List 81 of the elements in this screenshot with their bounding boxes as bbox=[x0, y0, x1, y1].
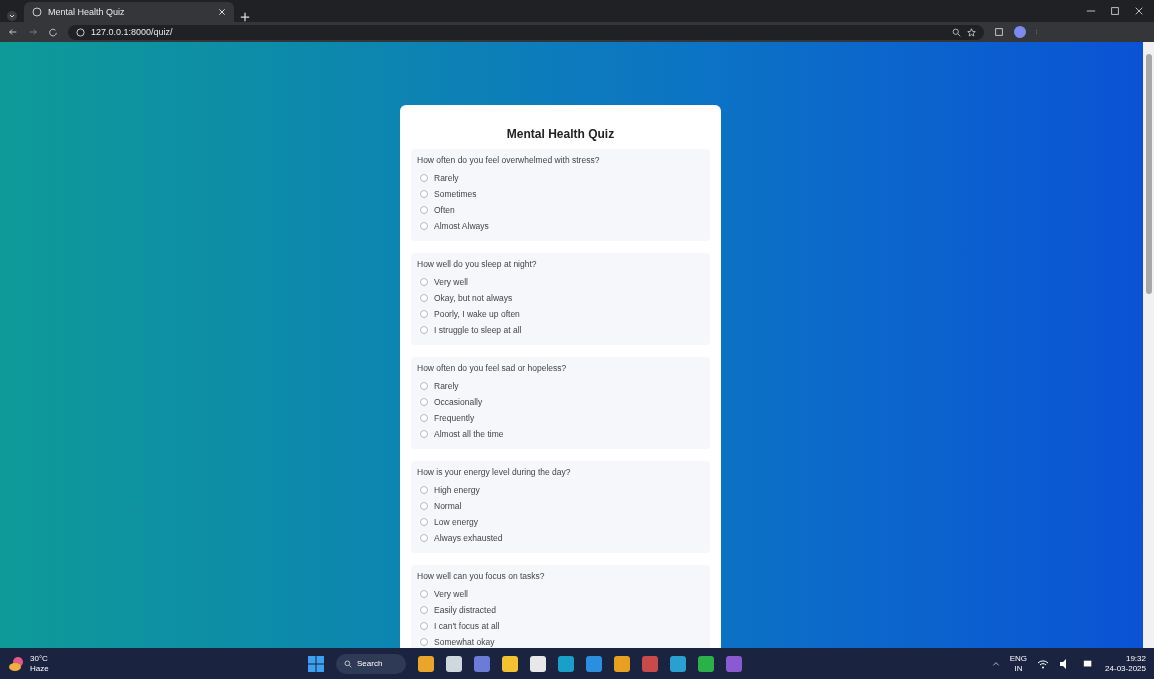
question-text: How often do you feel sad or hopeless? bbox=[417, 363, 568, 373]
question-text: How often do you feel overwhelmed with stress? bbox=[417, 155, 601, 165]
tab-menu-icon[interactable] bbox=[6, 10, 18, 22]
answer-option[interactable]: Rarely bbox=[417, 380, 704, 391]
radio-button[interactable] bbox=[420, 293, 428, 302]
globe-icon bbox=[32, 7, 42, 17]
new-tab-icon[interactable] bbox=[240, 12, 250, 22]
radio-button[interactable] bbox=[420, 621, 428, 630]
answer-option[interactable]: Okay, but not always bbox=[417, 292, 704, 303]
weather-temperature: 30°C bbox=[30, 653, 49, 664]
answer-option[interactable]: Normal bbox=[417, 500, 704, 511]
question-text: How well do you sleep at night? bbox=[417, 259, 538, 269]
radio-button[interactable] bbox=[420, 517, 428, 526]
radio-button[interactable] bbox=[420, 325, 428, 334]
search-field[interactable]: Search bbox=[336, 653, 406, 674]
app-icon[interactable] bbox=[670, 655, 686, 672]
clock-date[interactable]: 24-03-2025 bbox=[1105, 663, 1146, 674]
app-icon[interactable] bbox=[558, 655, 574, 672]
radio-button[interactable] bbox=[420, 485, 428, 494]
forward-icon[interactable] bbox=[28, 27, 38, 37]
question-text: How is your energy level during the day? bbox=[417, 467, 572, 477]
answer-option[interactable]: Very well bbox=[417, 276, 704, 287]
reload-icon[interactable] bbox=[48, 27, 58, 37]
app-icon[interactable] bbox=[530, 655, 546, 672]
radio-button[interactable] bbox=[420, 189, 428, 198]
answer-option[interactable]: Always exhausted bbox=[417, 532, 704, 543]
profile-avatar[interactable] bbox=[1014, 26, 1026, 38]
answer-option[interactable]: High energy bbox=[417, 484, 704, 495]
answer-option[interactable]: Poorly, I wake up often bbox=[417, 308, 704, 319]
app-icon[interactable] bbox=[614, 655, 630, 672]
close-icon[interactable] bbox=[218, 8, 226, 16]
radio-button[interactable] bbox=[420, 637, 428, 646]
weather-condition: Haze bbox=[30, 663, 49, 674]
radio-button[interactable] bbox=[420, 173, 428, 182]
search-icon bbox=[344, 659, 352, 668]
question-text: How well can you focus on tasks? bbox=[417, 571, 546, 581]
maximize-icon[interactable] bbox=[1110, 6, 1120, 16]
answer-option[interactable]: Low energy bbox=[417, 516, 704, 527]
app-icon[interactable] bbox=[418, 655, 434, 672]
answer-option[interactable]: Sometimes bbox=[417, 188, 704, 199]
answer-option[interactable]: Somewhat okay bbox=[417, 636, 704, 647]
radio-button[interactable] bbox=[420, 221, 428, 230]
weather-icon[interactable] bbox=[8, 654, 26, 673]
chevron-up-icon[interactable] bbox=[991, 659, 1000, 668]
answer-option[interactable]: Almost Always bbox=[417, 220, 704, 231]
star-icon[interactable] bbox=[967, 27, 976, 37]
site-info-icon bbox=[76, 27, 85, 37]
answer-option[interactable]: I can't focus at all bbox=[417, 620, 704, 631]
radio-button[interactable] bbox=[420, 309, 428, 318]
clock-time[interactable]: 19:32 bbox=[1105, 653, 1146, 664]
wifi-icon[interactable] bbox=[1037, 657, 1050, 670]
answer-option[interactable]: Often bbox=[417, 204, 704, 215]
radio-button[interactable] bbox=[420, 413, 428, 422]
region-label[interactable]: IN bbox=[1009, 663, 1028, 674]
answer-option[interactable]: Very well bbox=[417, 588, 704, 599]
language-label[interactable]: ENG bbox=[1009, 653, 1028, 664]
answer-option[interactable]: Easily distracted bbox=[417, 604, 704, 615]
address-bar[interactable]: 127.0.0.1:8000/quiz/ bbox=[68, 24, 984, 40]
start-icon[interactable] bbox=[308, 655, 324, 672]
answer-option[interactable]: Occasionally bbox=[417, 396, 704, 407]
quiz-title: Mental Health Quiz bbox=[505, 127, 616, 141]
answer-option[interactable]: Almost all the time bbox=[417, 428, 704, 439]
app-icon[interactable] bbox=[698, 655, 714, 672]
app-icon[interactable] bbox=[446, 655, 462, 672]
radio-button[interactable] bbox=[420, 205, 428, 214]
radio-button[interactable] bbox=[420, 277, 428, 286]
radio-button[interactable] bbox=[420, 589, 428, 598]
radio-button[interactable] bbox=[420, 397, 428, 406]
browser-tab[interactable]: Mental Health Quiz bbox=[24, 2, 234, 22]
radio-button[interactable] bbox=[420, 501, 428, 510]
answer-option[interactable]: I struggle to sleep at all bbox=[417, 324, 704, 335]
app-icon[interactable] bbox=[502, 655, 518, 672]
zoom-icon[interactable] bbox=[952, 27, 961, 37]
radio-button[interactable] bbox=[420, 381, 428, 390]
answer-option[interactable]: Rarely bbox=[417, 172, 704, 183]
back-icon[interactable] bbox=[8, 27, 18, 37]
radio-button[interactable] bbox=[420, 533, 428, 542]
radio-button[interactable] bbox=[420, 605, 428, 614]
radio-button[interactable] bbox=[420, 429, 428, 438]
close-icon[interactable] bbox=[1134, 6, 1144, 16]
answer-option[interactable]: Frequently bbox=[417, 412, 704, 423]
